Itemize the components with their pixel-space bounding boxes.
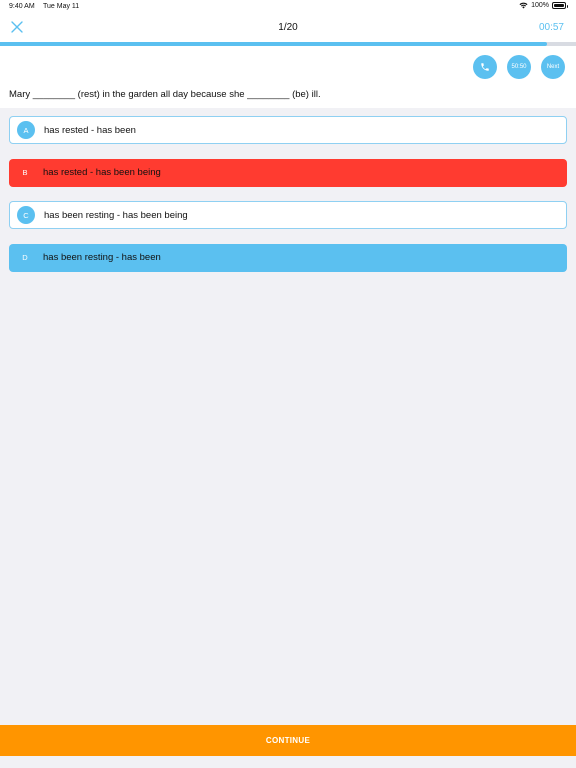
bottom-safe-area [0, 756, 576, 768]
option-letter: D [22, 253, 28, 262]
battery-percent: 100% [531, 2, 549, 9]
option-letter: B [22, 168, 28, 177]
status-bar: 9:40 AM Tue May 11 100% [0, 0, 576, 14]
quiz-screen: 9:40 AM Tue May 11 100% 1/20 00:57 50:50… [0, 0, 576, 768]
option-a[interactable]: A has rested - has been [9, 116, 567, 144]
option-text: has rested - has been [44, 124, 136, 136]
phone-icon [481, 63, 489, 71]
option-c[interactable]: C has been resting - has been being [9, 201, 567, 229]
question-area: 50:50 Next Mary ________ (rest) in the g… [0, 46, 576, 108]
countdown-timer: 00:57 [538, 22, 564, 33]
battery-icon [552, 2, 568, 9]
nav-bar: 1/20 00:57 [0, 14, 576, 42]
status-time: 9:40 AM [9, 3, 35, 10]
question-text: Mary ________ (rest) in the garden all d… [9, 89, 321, 100]
call-friend-button[interactable] [473, 55, 497, 79]
option-text: has rested - has been being [43, 167, 161, 178]
wifi-icon [519, 2, 528, 9]
option-d[interactable]: D has been resting - has been [9, 243, 567, 272]
status-date: Tue May 11 [43, 3, 80, 10]
status-indicators: 100% [519, 2, 568, 9]
option-letter: A [17, 121, 35, 139]
next-button[interactable]: Next [541, 55, 565, 79]
option-letter: C [17, 206, 35, 224]
option-text: has been resting - has been being [44, 209, 188, 221]
option-text: has been resting - has been [43, 252, 161, 263]
fifty-fifty-button[interactable]: 50:50 [507, 55, 531, 79]
lifeline-buttons: 50:50 Next [473, 55, 565, 79]
continue-button[interactable]: CONTINUE [0, 725, 576, 756]
option-b[interactable]: B has rested - has been being [9, 158, 567, 187]
question-counter: 1/20 [278, 22, 298, 33]
answer-options: A has rested - has been B has rested - h… [9, 116, 567, 286]
